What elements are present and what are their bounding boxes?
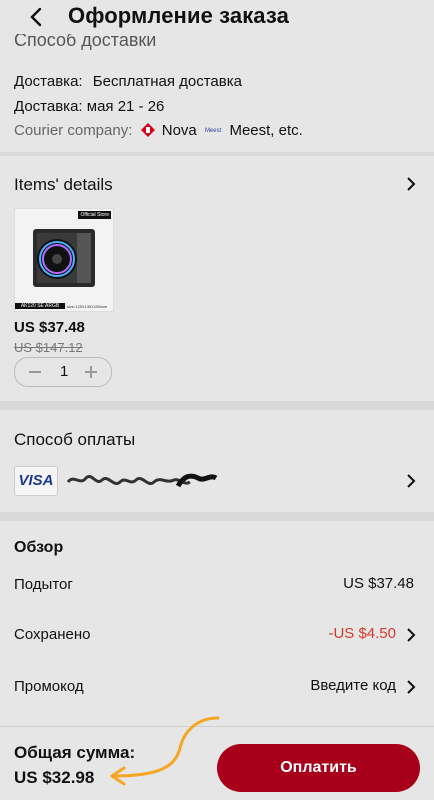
courier-label: Courier company: bbox=[14, 122, 133, 139]
redacted-card-number bbox=[66, 473, 218, 488]
plus-icon[interactable] bbox=[85, 366, 97, 378]
delivery-date: Доставка: мая 21 - 26 bbox=[14, 98, 165, 115]
header-bar: Оформление заказа bbox=[0, 0, 434, 34]
chevron-right-icon[interactable] bbox=[406, 680, 416, 694]
delivery-type-label: Доставка: bbox=[14, 73, 83, 90]
divider bbox=[0, 512, 434, 521]
chevron-right-icon[interactable] bbox=[406, 628, 416, 642]
chevron-right-icon[interactable] bbox=[406, 177, 416, 191]
delivery-type-value: Бесплатная доставка bbox=[92, 73, 242, 90]
divider bbox=[0, 401, 434, 410]
visa-card-icon: VISA bbox=[14, 466, 58, 496]
product-caption: AK120 SE ARGB bbox=[15, 303, 65, 309]
subtotal-label: Подытог bbox=[14, 576, 73, 593]
summary-title: Обзор bbox=[14, 539, 64, 556]
courier-more: Meest, etc. bbox=[229, 122, 303, 139]
courier-line: Courier company: Nova Meest Meest, etc. bbox=[14, 121, 303, 141]
minus-icon[interactable] bbox=[29, 371, 41, 373]
page-title: Оформление заказа bbox=[68, 3, 289, 28]
payment-title: Способ оплаты bbox=[14, 430, 136, 449]
pay-button[interactable]: Оплатить bbox=[217, 744, 420, 792]
meest-logo: Meest bbox=[204, 128, 222, 134]
saved-label: Сохранено bbox=[14, 626, 91, 643]
items-title: Items' details bbox=[14, 175, 113, 194]
chevron-right-icon[interactable] bbox=[406, 474, 416, 488]
divider bbox=[0, 152, 434, 156]
product-store-tag: Official Store bbox=[78, 211, 111, 219]
cpu-cooler-image bbox=[33, 229, 95, 287]
delivery-type: Доставка: Бесплатная доставка bbox=[14, 72, 242, 92]
quantity-value[interactable]: 1 bbox=[60, 363, 68, 380]
promo-label: Промокод bbox=[14, 678, 84, 695]
item-old-price: US $147.12 bbox=[14, 340, 83, 355]
nova-logo-icon bbox=[140, 123, 155, 137]
courier-nova: Nova bbox=[161, 122, 197, 139]
quantity-stepper: 1 bbox=[14, 357, 112, 387]
product-size: size:125X135X155mm bbox=[67, 304, 108, 309]
annotation-arrow-icon bbox=[110, 716, 220, 786]
saved-value: -US $4.50 bbox=[328, 625, 396, 642]
total-value: US $32.98 bbox=[14, 768, 95, 787]
product-thumbnail[interactable]: Official Store AK120 SE ARGB size:125X13… bbox=[14, 208, 114, 312]
promo-code-link[interactable]: Введите код bbox=[310, 677, 396, 694]
subtotal-value: US $37.48 bbox=[343, 575, 414, 592]
back-arrow-icon[interactable] bbox=[26, 6, 48, 28]
item-price: US $37.48 bbox=[14, 319, 85, 336]
